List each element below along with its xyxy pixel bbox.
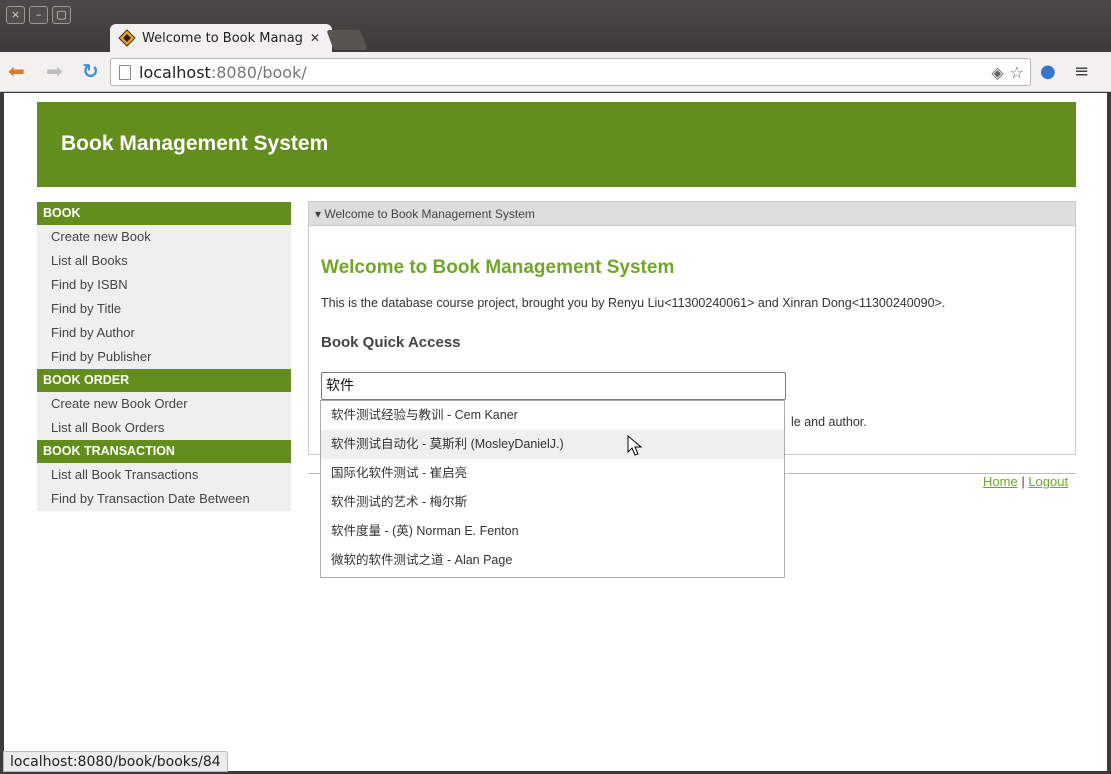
sidebar-item-list-books[interactable]: List all Books	[37, 249, 291, 273]
intro-text: This is the database course project, bro…	[321, 296, 946, 310]
tab-close-icon[interactable]: ✕	[310, 31, 320, 45]
browser-tab[interactable]: Welcome to Book Manage ✕	[110, 24, 332, 52]
reload-icon[interactable]: ↻	[82, 61, 99, 81]
footer-separator: |	[1021, 474, 1025, 489]
home-link[interactable]: Home	[983, 474, 1018, 489]
sidebar-item-find-transaction-date[interactable]: Find by Transaction Date Between	[37, 487, 291, 511]
sidebar: BOOK Create new Book List all Books Find…	[37, 202, 291, 511]
collapse-triangle-icon[interactable]: ▾	[315, 207, 321, 221]
autocomplete-item[interactable]: 软件测试的艺术 - 梅尔斯	[321, 488, 784, 517]
url-path: :8080/book/	[210, 62, 307, 82]
maximize-window-button[interactable]: ▢	[52, 6, 71, 24]
autocomplete-item[interactable]: 软件度量 - (英) Norman E. Fenton	[321, 517, 784, 546]
quick-access-heading: Book Quick Access	[321, 334, 461, 351]
address-bar-actions: ◈ ☆	[991, 63, 1024, 82]
autocomplete-item[interactable]: 软件测试自动化 - 莫斯利 (MosleyDanielJ.)	[321, 430, 784, 459]
menu-icon[interactable]: ≡	[1074, 61, 1089, 82]
logout-link[interactable]: Logout	[1028, 474, 1068, 489]
sidebar-item-list-orders[interactable]: List all Book Orders	[37, 416, 291, 440]
diamond-favicon-icon	[118, 29, 136, 47]
sidebar-item-list-transactions[interactable]: List all Book Transactions	[37, 463, 291, 487]
tab-title: Welcome to Book Manage	[142, 30, 302, 46]
page-viewport: Book Management System BOOK Create new B…	[4, 93, 1107, 771]
sidebar-item-find-title[interactable]: Find by Title	[37, 297, 291, 321]
quick-access-search-input[interactable]: 软件	[321, 372, 786, 400]
sidebar-heading-book-transaction: BOOK TRANSACTION	[37, 440, 291, 463]
url-host: localhost	[139, 62, 211, 82]
autocomplete-item[interactable]: 微软的软件测试之道 - Alan Page	[321, 546, 784, 575]
extension-icon[interactable]: ◈	[991, 63, 1003, 82]
panel-header[interactable]: ▾ Welcome to Book Management System	[309, 202, 1075, 226]
footer-links: Home | Logout	[983, 474, 1068, 489]
forward-arrow-icon[interactable]: ➡	[46, 61, 63, 81]
autocomplete-dropdown: 软件测试经验与教训 - Cem Kaner 软件测试自动化 - 莫斯利 (Mos…	[320, 400, 785, 578]
sidebar-item-find-author[interactable]: Find by Author	[37, 321, 291, 345]
sidebar-heading-book-order: BOOK ORDER	[37, 369, 291, 392]
search-hint-text: le and author.	[791, 415, 867, 429]
site-title: Book Management System	[61, 132, 329, 155]
autocomplete-item[interactable]: 软件测试经验与教训 - Cem Kaner	[321, 401, 784, 430]
window-controls: × – ▢	[6, 6, 71, 24]
browser-toolbar: ⬅ ➡ ↻ localhost:8080/book/ ◈ ☆ ● ≡	[0, 52, 1111, 92]
globe-icon[interactable]: ●	[1040, 61, 1056, 82]
sidebar-item-find-isbn[interactable]: Find by ISBN	[37, 273, 291, 297]
minimize-window-button[interactable]: –	[29, 6, 48, 24]
title-bar: × – ▢ Welcome to Book Manage ✕	[0, 0, 1111, 52]
sidebar-item-create-book[interactable]: Create new Book	[37, 225, 291, 249]
sidebar-item-create-order[interactable]: Create new Book Order	[37, 392, 291, 416]
sidebar-heading-book: BOOK	[37, 202, 291, 225]
close-window-button[interactable]: ×	[6, 6, 25, 24]
page-icon	[119, 64, 131, 80]
status-bar: localhost:8080/book/books/84	[3, 751, 228, 772]
browser-window: × – ▢ Welcome to Book Manage ✕ ⬅ ➡ ↻ loc…	[0, 0, 1111, 774]
address-bar[interactable]: localhost:8080/book/ ◈ ☆	[110, 58, 1031, 86]
autocomplete-item[interactable]: 国际化软件测试 - 崔启亮	[321, 459, 784, 488]
mouse-pointer-icon	[627, 435, 643, 456]
sidebar-item-find-publisher[interactable]: Find by Publisher	[37, 345, 291, 369]
panel-header-label: Welcome to Book Management System	[324, 207, 535, 221]
new-tab-button[interactable]	[326, 30, 368, 50]
bookmark-star-icon[interactable]: ☆	[1010, 63, 1024, 82]
back-arrow-icon[interactable]: ⬅	[8, 61, 25, 81]
page-title: Welcome to Book Management System	[321, 257, 675, 278]
site-header: Book Management System	[37, 102, 1076, 187]
